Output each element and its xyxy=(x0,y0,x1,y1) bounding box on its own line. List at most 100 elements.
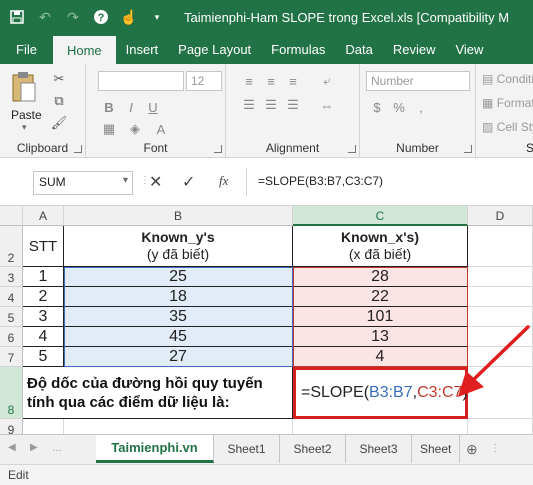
italic-icon[interactable]: I xyxy=(122,98,140,116)
cell-known-x[interactable]: 22 xyxy=(293,287,468,307)
sheet-tabs-split-icon[interactable]: ⋮ xyxy=(490,443,500,454)
undo-icon[interactable]: ↶ xyxy=(34,6,56,28)
alignment-launcher-icon[interactable] xyxy=(348,145,356,153)
cell-d2[interactable] xyxy=(468,226,533,267)
number-format-box[interactable]: Number xyxy=(366,71,470,91)
row-header-7[interactable]: 7 xyxy=(0,347,23,367)
name-box[interactable]: SUM ▾ xyxy=(33,171,133,195)
cell-stt[interactable]: 5 xyxy=(23,347,64,367)
percent-icon[interactable]: % xyxy=(390,98,408,116)
currency-icon[interactable]: $ xyxy=(368,98,386,116)
cell-styles-icon: ▨ xyxy=(482,120,494,134)
cell-known-y[interactable]: 25 xyxy=(64,267,293,287)
cell-stt[interactable]: 3 xyxy=(23,307,64,327)
font-name-box[interactable] xyxy=(98,71,184,91)
comma-icon[interactable]: , xyxy=(412,98,430,116)
cut-icon[interactable]: ✂ xyxy=(50,70,68,88)
save-icon[interactable] xyxy=(6,6,28,28)
cell-a2[interactable]: STT xyxy=(23,226,64,267)
cancel-icon[interactable]: ✕ xyxy=(149,172,162,192)
row-header-6[interactable]: 6 xyxy=(0,327,23,347)
sheet-tab-sheet1[interactable]: Sheet1 xyxy=(214,435,280,463)
column-header-b[interactable]: B xyxy=(64,206,293,226)
font-group-label: Font xyxy=(143,141,168,155)
clipboard-launcher-icon[interactable] xyxy=(74,145,82,153)
conditional-formatting-button[interactable]: ▤ Condition xyxy=(482,72,533,86)
more-sheets-icon[interactable]: … xyxy=(52,443,62,454)
format-as-table-button[interactable]: ▦ Format as xyxy=(482,96,533,110)
tab-page-layout[interactable]: Page Layout xyxy=(168,34,261,64)
redo-icon[interactable]: ↷ xyxy=(62,6,84,28)
bold-icon[interactable]: B xyxy=(100,98,118,116)
font-color-icon[interactable]: A xyxy=(152,120,170,138)
format-painter-icon[interactable]: 🖌 xyxy=(50,114,68,132)
number-launcher-icon[interactable] xyxy=(464,145,472,153)
tab-file[interactable]: File xyxy=(0,34,53,64)
select-all-corner[interactable] xyxy=(0,206,23,226)
copy-icon[interactable]: ⧉ xyxy=(50,92,68,110)
cell-known-y[interactable]: 27 xyxy=(64,347,293,367)
column-header-c[interactable]: C xyxy=(293,206,468,226)
svg-text:?: ? xyxy=(98,12,105,24)
tab-formulas[interactable]: Formulas xyxy=(261,34,335,64)
row-header-4[interactable]: 4 xyxy=(0,287,23,307)
cell-empty[interactable] xyxy=(468,267,533,287)
row-header-3[interactable]: 3 xyxy=(0,267,23,287)
row-header-5[interactable]: 5 xyxy=(0,307,23,327)
name-box-dropdown-icon[interactable]: ▾ xyxy=(123,175,128,186)
tab-review[interactable]: Review xyxy=(383,34,446,64)
paste-label[interactable]: Paste xyxy=(11,108,42,122)
merge-center-icon[interactable]: ⇔ xyxy=(318,96,336,114)
cell-c2[interactable]: Known_x's) (x đã biết) xyxy=(293,226,468,267)
paste-dropdown-icon[interactable]: ▾ xyxy=(22,122,27,133)
cell-known-y[interactable]: 18 xyxy=(64,287,293,307)
align-center-icon[interactable]: ☰ xyxy=(262,96,280,114)
formula-input[interactable]: =SLOPE(B3:B7,C3:C7) xyxy=(258,174,383,188)
borders-icon[interactable]: ▦ xyxy=(100,120,118,138)
paste-icon[interactable] xyxy=(10,70,38,104)
tab-data[interactable]: Data xyxy=(335,34,382,64)
cell-styles-button[interactable]: ▨ Cell Styles xyxy=(482,120,533,134)
cell-b2[interactable]: Known_y's (y đã biết) xyxy=(64,226,293,267)
cell-empty[interactable] xyxy=(468,287,533,307)
styles-group: ▤ Condition ▦ Format as ▨ Cell Styles S xyxy=(476,64,533,158)
wrap-text-icon[interactable]: ⤶ xyxy=(318,72,336,90)
font-size-value: 12 xyxy=(191,74,205,88)
cell-a8-label[interactable]: Độ dốc của đường hồi quy tuyến tính qua … xyxy=(23,367,293,419)
cell-known-y[interactable]: 45 xyxy=(64,327,293,347)
tab-home[interactable]: Home xyxy=(52,36,116,64)
cell-stt[interactable]: 2 xyxy=(23,287,64,307)
cell-known-y[interactable]: 35 xyxy=(64,307,293,327)
align-top-icon[interactable]: ≡ xyxy=(240,72,258,90)
font-launcher-icon[interactable] xyxy=(214,145,222,153)
column-header-d[interactable]: D xyxy=(468,206,533,226)
font-size-box[interactable]: 12 xyxy=(186,71,222,91)
align-right-icon[interactable]: ☰ xyxy=(284,96,302,114)
scroll-last-sheet-icon[interactable]: ▶ xyxy=(30,442,38,453)
underline-icon[interactable]: U xyxy=(144,98,162,116)
touch-mode-icon[interactable]: ☝ xyxy=(118,6,140,28)
enter-icon[interactable]: ✓ xyxy=(182,172,195,192)
fill-color-icon[interactable]: ◈ xyxy=(126,120,144,138)
sheet-tab-taimienphi[interactable]: Taimienphi.vn xyxy=(96,435,214,463)
align-middle-icon[interactable]: ≡ xyxy=(262,72,280,90)
sheet-tab-sheet2[interactable]: Sheet2 xyxy=(280,435,346,463)
align-bottom-icon[interactable]: ≡ xyxy=(284,72,302,90)
insert-function-icon[interactable]: fx xyxy=(219,173,228,189)
tab-insert[interactable]: Insert xyxy=(116,34,169,64)
column-header-a[interactable]: A xyxy=(23,206,64,226)
help-icon[interactable]: ? xyxy=(90,6,112,28)
sheet-tab-sheet[interactable]: Sheet xyxy=(412,435,460,463)
scroll-first-sheet-icon[interactable]: ◀ xyxy=(8,442,16,453)
row-header-2[interactable]: 2 xyxy=(0,226,23,267)
customize-qat-icon[interactable]: ▾ xyxy=(146,6,168,28)
tab-view[interactable]: View xyxy=(445,34,493,64)
sheet-tab-sheet3[interactable]: Sheet3 xyxy=(346,435,412,463)
row-header-8[interactable]: 8 xyxy=(0,367,23,419)
align-left-icon[interactable]: ☰ xyxy=(240,96,258,114)
cell-stt[interactable]: 1 xyxy=(23,267,64,287)
cell-known-x[interactable]: 28 xyxy=(293,267,468,287)
cell-stt[interactable]: 4 xyxy=(23,327,64,347)
known-y-title: Known_y's xyxy=(141,229,215,245)
add-sheet-icon[interactable]: ⊕ xyxy=(466,441,478,458)
